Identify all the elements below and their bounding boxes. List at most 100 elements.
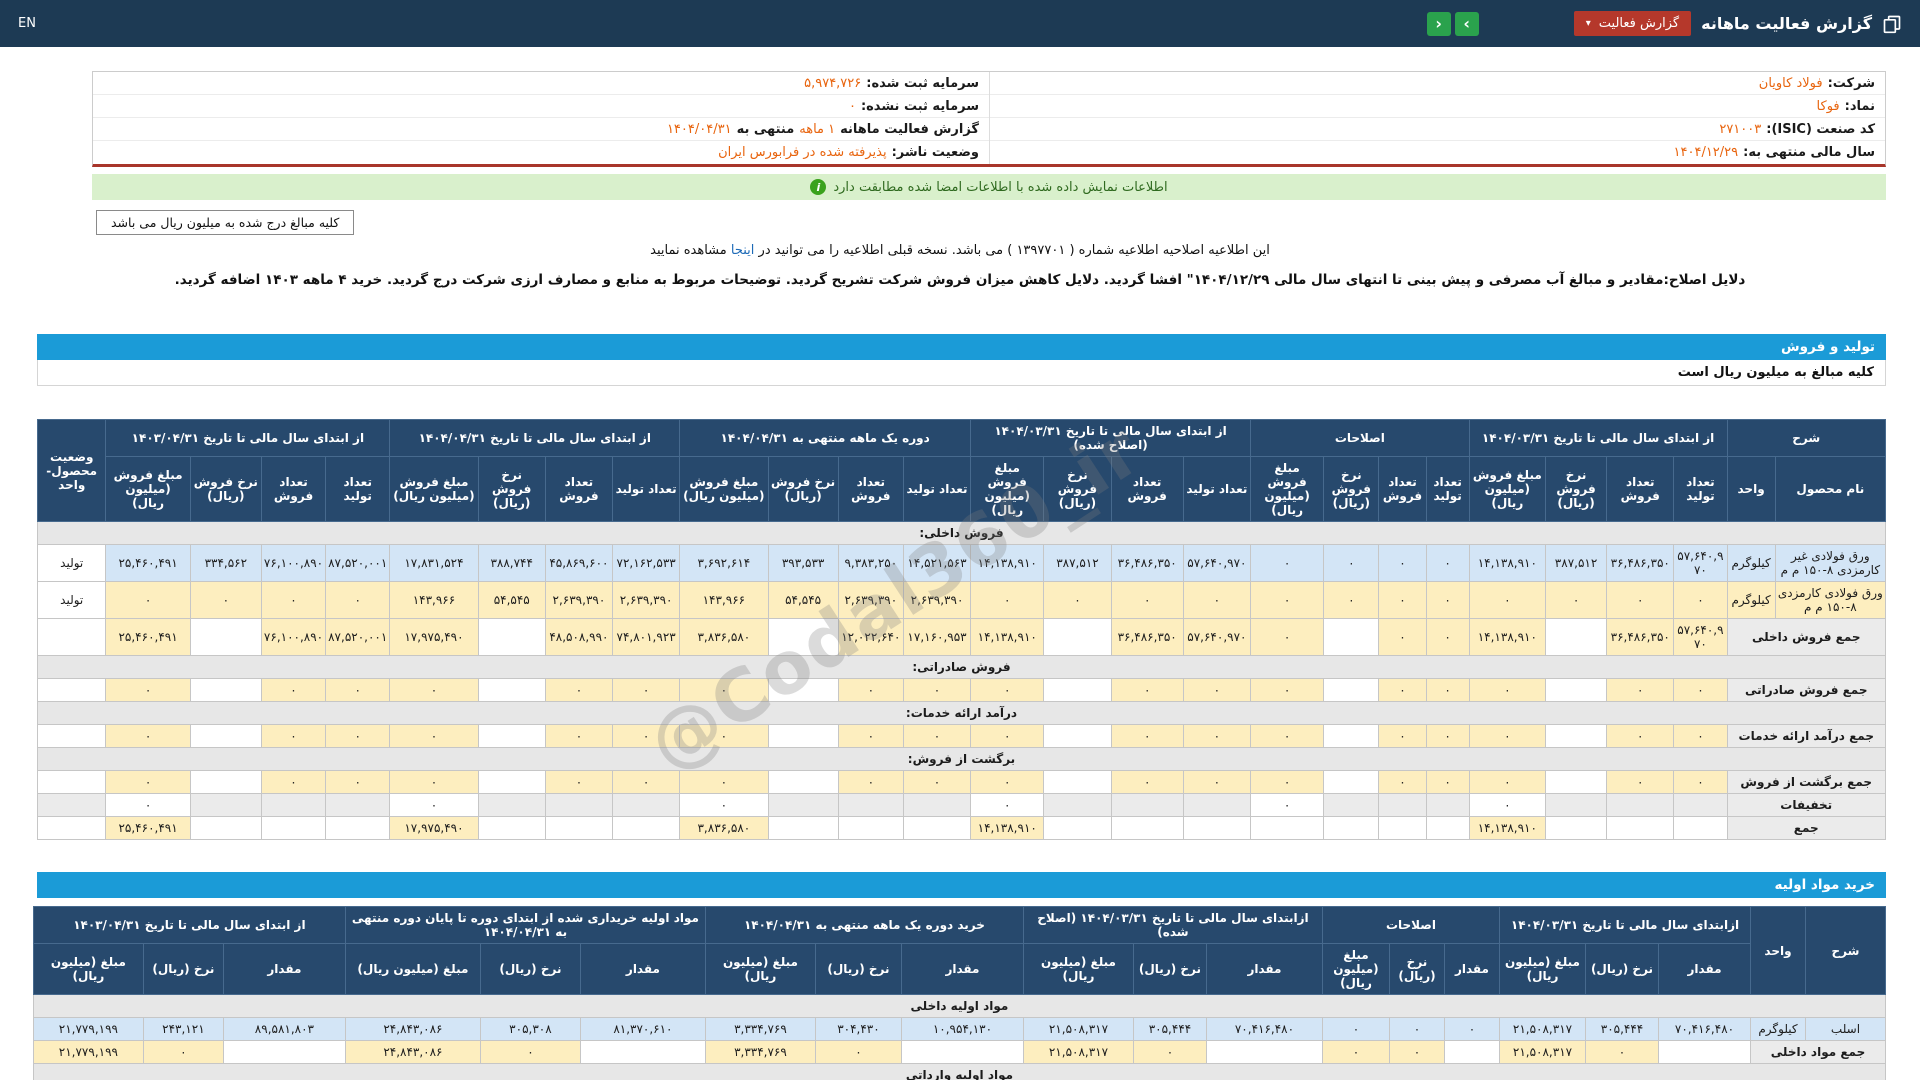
value-cell: ۰: [1674, 725, 1727, 748]
section-label: درآمد ارائه خدمات:: [38, 702, 1886, 725]
value-cell: ۵۴,۵۴۵: [768, 582, 838, 619]
value-cell: ۲۱,۵۰۸,۳۱۷: [1023, 1041, 1133, 1064]
report-copy-icon[interactable]: [1882, 14, 1902, 34]
value-cell: ۰: [680, 794, 768, 817]
value-cell: [1044, 725, 1111, 748]
table-row: جمع برگشت از فروش۰۰۰۰۰۰۰۰۰۰۰۰۰۰۰۰۰۰: [38, 771, 1886, 794]
header-group-row: شرحاز ابتدای سال مالی تا تاریخ ۱۴۰۴/۰۳/۳…: [38, 420, 1886, 457]
previous-report-button[interactable]: ‹: [1427, 12, 1451, 36]
value-cell: ۰: [1324, 582, 1379, 619]
header-group-row: شرحواحدازابتدای سال مالی تا تاریخ ۱۴۰۴/۰…: [33, 907, 1885, 944]
column-header: تعداد فروش: [545, 457, 612, 522]
value-cell: [1044, 679, 1111, 702]
value-cell: ۵۴,۵۴۵: [478, 582, 545, 619]
section-label: مواد اولیه وارداتی: [33, 1064, 1885, 1080]
value-cell: [1674, 794, 1727, 817]
value-cell: ۰: [1469, 794, 1545, 817]
value-cell: ۰: [815, 1041, 901, 1064]
value-cell: [1324, 771, 1379, 794]
value-cell: ۰: [1444, 1018, 1499, 1041]
value-cell: [1545, 817, 1606, 840]
report-type-dropdown[interactable]: گزارش فعالیت ▾: [1574, 11, 1691, 36]
info-value: ۲۷۱۰۰۳: [1719, 122, 1761, 137]
column-header: نرخ (ریال): [815, 944, 901, 995]
value-cell: ۱۴,۱۳۸,۹۱۰: [971, 817, 1044, 840]
production-section-header: تولید و فروش: [37, 334, 1886, 360]
value-cell: ۰: [1469, 679, 1545, 702]
value-cell: ۲,۶۳۹,۳۹۰: [613, 582, 680, 619]
period-group-header: اصلاحات: [1250, 420, 1469, 457]
value-cell: ۰: [1379, 679, 1426, 702]
value-cell: ۰: [261, 771, 325, 794]
table-row: ورق فولادی غیر کارمزدی ۸-۱۵۰ م مکیلوگرم۵…: [38, 545, 1886, 582]
value-cell: ۱۴,۱۳۸,۹۱۰: [1469, 545, 1545, 582]
amounts-note-box: کلیه مبالغ درج شده به میلیون ریال می باش…: [96, 210, 354, 235]
value-cell: [478, 679, 545, 702]
value-cell: ۰: [1044, 582, 1111, 619]
value-cell: ۰: [971, 725, 1044, 748]
value-cell: [1044, 619, 1111, 656]
product-unit: کیلوگرم: [1727, 545, 1775, 582]
value-cell: ۰: [1607, 582, 1674, 619]
status-cell: [38, 679, 106, 702]
info-row: کد صنعت (ISIC):۲۷۱۰۰۳: [990, 118, 1885, 141]
value-cell: ۰: [1250, 582, 1323, 619]
status-cell: [38, 725, 106, 748]
info-row: سال مالی منتهی به:۱۴۰۴/۱۲/۲۹: [990, 141, 1885, 164]
value-cell: ۰: [1250, 725, 1323, 748]
value-cell: ۰: [390, 679, 478, 702]
value-cell: ۰: [1183, 725, 1250, 748]
value-cell: ۰: [480, 1041, 580, 1064]
value-cell: [768, 817, 838, 840]
column-header: نرخ فروش (ریال): [478, 457, 545, 522]
section-row: فروش صادراتی:: [38, 656, 1886, 679]
value-cell: [190, 771, 261, 794]
column-header: مبلغ (میلیون ریال): [33, 944, 143, 995]
value-cell: ۰: [680, 771, 768, 794]
value-cell: [1444, 1041, 1499, 1064]
amendment-text-pre: این اطلاعیه اصلاحیه اطلاعیه شماره ( ۱۳۹۷…: [759, 243, 1270, 258]
period-group-header: ازابتدای سال مالی تا تاریخ ۱۴۰۴/۰۳/۳۱ (ا…: [1023, 907, 1322, 944]
value-cell: ۰: [680, 725, 768, 748]
value-cell: [1324, 619, 1379, 656]
value-cell: ۰: [1379, 725, 1426, 748]
value-cell: [190, 679, 261, 702]
column-header: نرخ فروش (ریال): [768, 457, 838, 522]
value-cell: [1044, 771, 1111, 794]
value-cell: ۰: [1250, 545, 1323, 582]
previous-notice-link[interactable]: اینجا: [731, 243, 755, 258]
value-cell: ۱۴,۱۳۸,۹۱۰: [1469, 817, 1545, 840]
language-toggle[interactable]: EN: [18, 16, 36, 31]
value-cell: ۱۴,۱۳۸,۹۱۰: [971, 545, 1044, 582]
value-cell: [190, 794, 261, 817]
column-header: تعداد فروش: [1111, 457, 1183, 522]
value-cell: ۸۷,۵۲۰,۰۰۱: [326, 545, 390, 582]
value-cell: ۱۷,۹۷۵,۴۹۰: [390, 817, 478, 840]
column-header: تعداد تولید: [1674, 457, 1727, 522]
value-cell: ۱۷,۸۳۱,۵۲۴: [390, 545, 478, 582]
value-cell: ۰: [1324, 545, 1379, 582]
value-cell: [613, 817, 680, 840]
next-report-button[interactable]: ›: [1455, 12, 1479, 36]
topbar: گزارش فعالیت ماهانه گزارش فعالیت ▾ › ‹ E…: [0, 0, 1920, 47]
value-cell: ۲۴,۸۴۳,۰۸۶: [345, 1018, 480, 1041]
value-cell: ۰: [1250, 771, 1323, 794]
report-table: شرحواحدازابتدای سال مالی تا تاریخ ۱۴۰۴/۰…: [33, 906, 1886, 1080]
value-cell: ۳۳۴,۵۶۲: [190, 545, 261, 582]
desc-header: شرح: [1806, 907, 1886, 995]
value-cell: ۰: [106, 794, 190, 817]
info-row: گزارش فعالیت ماهانه۱ ماههمنتهی به۱۴۰۴/۰۴…: [93, 118, 989, 141]
unit-header: واحد: [1727, 457, 1775, 522]
section-label: فروش صادراتی:: [38, 656, 1886, 679]
value-cell: ۰: [261, 679, 325, 702]
section-row: درآمد ارائه خدمات:: [38, 702, 1886, 725]
row-label: جمع برگشت از فروش: [1727, 771, 1886, 794]
column-header: مقدار: [1206, 944, 1322, 995]
info-label: سرمایه ثبت نشده:: [861, 99, 979, 114]
value-cell: ۹,۳۸۳,۲۵۰: [838, 545, 903, 582]
value-cell: ۰: [326, 725, 390, 748]
value-cell: ۰: [1426, 619, 1469, 656]
value-cell: ۳۰۵,۳۰۸: [480, 1018, 580, 1041]
value-cell: ۰: [261, 725, 325, 748]
production-sales-section: تولید و فروش کلیه مبالغ به میلیون ریال ا…: [37, 334, 1886, 840]
